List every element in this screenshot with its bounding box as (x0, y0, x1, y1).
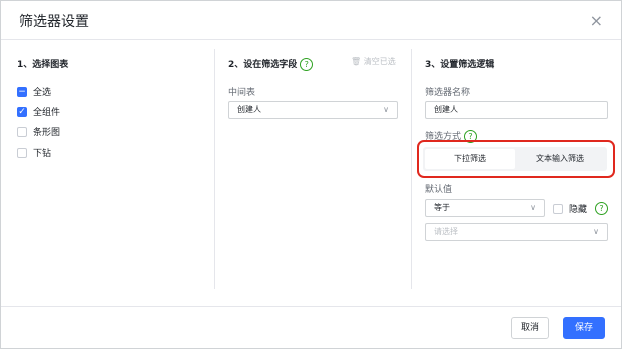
col3-title: 3、设置筛选逻辑 (425, 60, 495, 70)
help-icon[interactable]: ? (300, 58, 314, 71)
col1-title: 1、选择图表 (17, 60, 69, 70)
save-button[interactable]: 保存 (563, 317, 605, 339)
hide-toggle[interactable]: 隐藏 ? (553, 202, 609, 215)
help-icon[interactable]: ? (595, 202, 609, 215)
col2-title-text: 2、设在筛选字段 (228, 60, 298, 70)
highlight-annotation-box (417, 140, 615, 178)
default-value-select[interactable]: 请选择 ∨ (425, 223, 608, 241)
checkbox-checked-icon[interactable]: ✓ (17, 106, 27, 117)
cancel-button[interactable]: 取消 (511, 317, 549, 339)
close-icon[interactable]: × (590, 11, 603, 30)
filter-name-label: 筛选器名称 (425, 88, 471, 98)
checkbox-indeterminate-icon[interactable]: − (17, 86, 27, 97)
default-value-label: 默认值 (425, 185, 453, 195)
chart-option-drilldown[interactable]: 下钻 (17, 146, 51, 159)
chevron-down-icon: ∨ (383, 105, 389, 114)
chart-option-label: 全选 (33, 88, 52, 98)
operator-select[interactable]: 等于 ∨ (425, 199, 545, 217)
filter-name-value: 创建人 (434, 105, 458, 114)
field-select[interactable]: 创建人 ∨ (228, 101, 398, 119)
col2-title: 2、设在筛选字段? (228, 57, 314, 71)
chart-option-all-components[interactable]: ✓ 全组件 (17, 105, 60, 118)
chart-option-select-all[interactable]: − 全选 (17, 85, 51, 98)
footer-divider (1, 306, 621, 307)
column-divider (411, 49, 412, 289)
chart-option-label: 条形图 (33, 128, 61, 138)
clear-selection-button[interactable]: 🗑 清空已选 (351, 56, 396, 67)
filter-settings-dialog: 筛选器设置 × 1、选择图表 − 全选 ✓ 全组件 条形图 下钻 2、设在筛选字… (0, 0, 622, 349)
header-divider (1, 39, 621, 40)
chart-option-label: 全组件 (33, 108, 61, 118)
hide-label: 隐藏 (569, 205, 588, 215)
default-value-placeholder: 请选择 (434, 227, 458, 236)
chart-option-bar-chart[interactable]: 条形图 (17, 125, 60, 138)
checkbox-unchecked-icon[interactable] (17, 147, 27, 158)
hide-checkbox[interactable] (553, 203, 563, 214)
dialog-title: 筛选器设置 (19, 14, 89, 30)
chevron-down-icon: ∨ (530, 203, 536, 212)
operator-select-value: 等于 (434, 203, 450, 212)
column-divider (214, 49, 215, 289)
field-select-value: 创建人 (237, 105, 261, 114)
chevron-down-icon: ∨ (593, 227, 599, 236)
table-label: 中间表 (228, 88, 256, 98)
checkbox-unchecked-icon[interactable] (17, 126, 27, 137)
filter-name-input[interactable]: 创建人 (425, 101, 608, 119)
chart-option-label: 下钻 (33, 149, 52, 159)
